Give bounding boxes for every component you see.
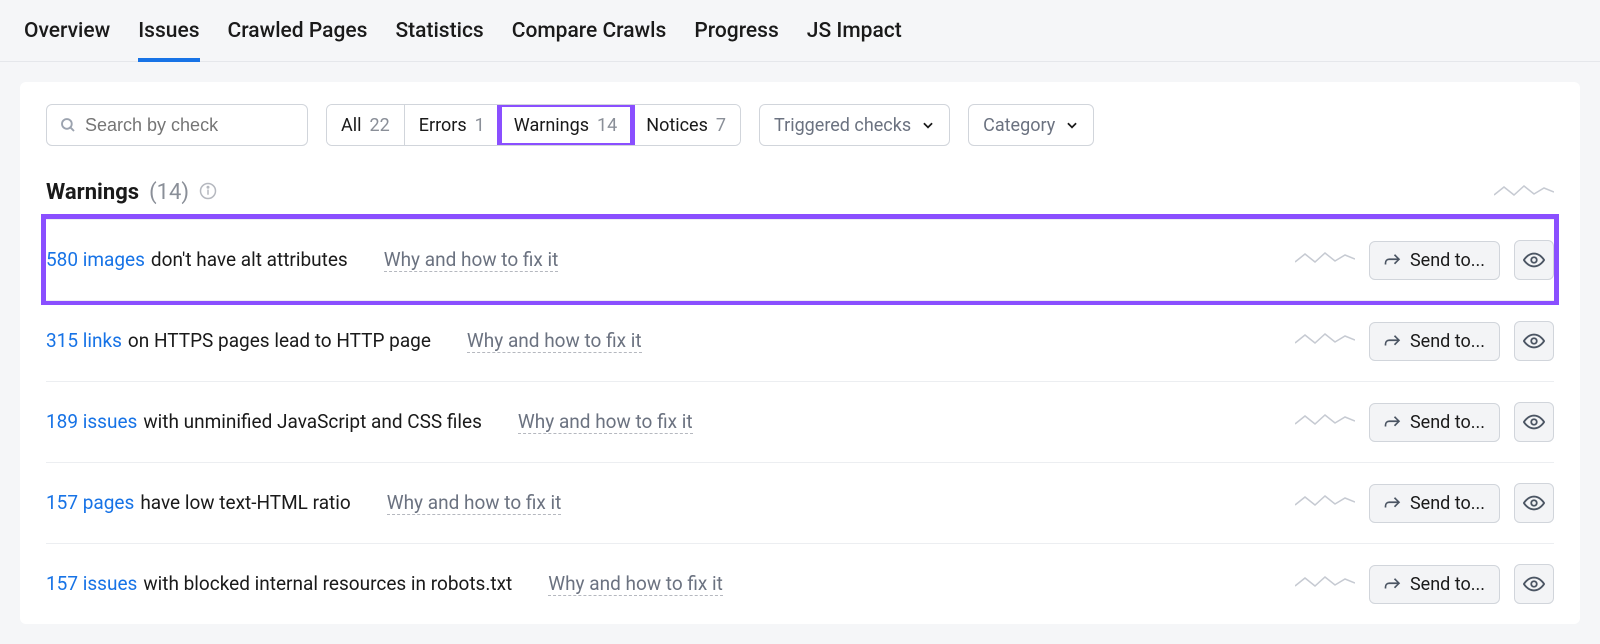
nav-statistics[interactable]: Statistics bbox=[395, 0, 483, 61]
main-nav: Overview Issues Crawled Pages Statistics… bbox=[0, 0, 1600, 62]
view-button[interactable] bbox=[1514, 483, 1554, 523]
send-to-button[interactable]: Send to... bbox=[1369, 565, 1500, 604]
issue-row: 157 issues with blocked internal resourc… bbox=[46, 543, 1554, 624]
filter-errors-count: 1 bbox=[475, 115, 485, 136]
why-and-how-link[interactable]: Why and how to fix it bbox=[518, 410, 693, 434]
why-and-how-link[interactable]: Why and how to fix it bbox=[467, 329, 642, 353]
issue-description: don't have alt attributes bbox=[151, 248, 348, 271]
chevron-down-icon bbox=[1065, 118, 1079, 132]
send-to-button[interactable]: Send to... bbox=[1369, 484, 1500, 523]
nav-issues[interactable]: Issues bbox=[138, 0, 199, 61]
nav-crawled-pages[interactable]: Crawled Pages bbox=[228, 0, 368, 61]
sparkline bbox=[1295, 329, 1355, 353]
filter-errors[interactable]: Errors 1 bbox=[405, 105, 500, 145]
why-and-how-link[interactable]: Why and how to fix it bbox=[387, 491, 562, 515]
search-input-wrapper[interactable] bbox=[46, 104, 308, 146]
issue-description: on HTTPS pages lead to HTTP page bbox=[128, 329, 431, 352]
view-button[interactable] bbox=[1514, 321, 1554, 361]
send-to-label: Send to... bbox=[1410, 331, 1485, 352]
info-icon[interactable] bbox=[199, 182, 217, 204]
category-dropdown[interactable]: Category bbox=[968, 104, 1094, 146]
issue-link[interactable]: 157 issues bbox=[46, 572, 137, 595]
filter-warnings-count: 14 bbox=[597, 115, 617, 136]
issue-link[interactable]: 315 links bbox=[46, 329, 122, 352]
issue-description: have low text-HTML ratio bbox=[140, 491, 350, 514]
filter-warnings[interactable]: Warnings 14 bbox=[500, 105, 632, 145]
issue-link[interactable]: 580 images bbox=[46, 248, 145, 271]
issue-description: with blocked internal resources in robot… bbox=[143, 572, 512, 595]
chevron-down-icon bbox=[921, 118, 935, 132]
section-title: Warnings bbox=[46, 180, 139, 205]
issue-row: 189 issues with unminified JavaScript an… bbox=[46, 381, 1554, 462]
nav-overview[interactable]: Overview bbox=[24, 0, 110, 61]
view-button[interactable] bbox=[1514, 564, 1554, 604]
sparkline bbox=[1494, 181, 1554, 205]
send-to-label: Send to... bbox=[1410, 574, 1485, 595]
nav-progress[interactable]: Progress bbox=[694, 0, 778, 61]
view-button[interactable] bbox=[1514, 240, 1554, 280]
send-to-button[interactable]: Send to... bbox=[1369, 403, 1500, 442]
issue-row: 580 images don't have alt attributes Why … bbox=[46, 219, 1554, 300]
search-icon bbox=[59, 116, 77, 134]
why-and-how-link[interactable]: Why and how to fix it bbox=[548, 572, 723, 596]
issue-description: with unminified JavaScript and CSS files bbox=[143, 410, 482, 433]
issue-link[interactable]: 189 issues bbox=[46, 410, 137, 433]
view-button[interactable] bbox=[1514, 402, 1554, 442]
nav-js-impact[interactable]: JS Impact bbox=[807, 0, 902, 61]
category-label: Category bbox=[983, 115, 1055, 136]
triggered-checks-dropdown[interactable]: Triggered checks bbox=[759, 104, 950, 146]
filter-all-count: 22 bbox=[370, 115, 390, 136]
triggered-checks-label: Triggered checks bbox=[774, 115, 911, 136]
issue-row: 315 links on HTTPS pages lead to HTTP pa… bbox=[46, 300, 1554, 381]
issues-panel: All 22 Errors 1 Warnings 14 Notices 7 Tr… bbox=[20, 82, 1580, 624]
issue-row: 157 pages have low text-HTML ratio Why an… bbox=[46, 462, 1554, 543]
send-to-label: Send to... bbox=[1410, 250, 1485, 271]
sparkline bbox=[1295, 491, 1355, 515]
send-to-button[interactable]: Send to... bbox=[1369, 241, 1500, 280]
nav-compare-crawls[interactable]: Compare Crawls bbox=[512, 0, 667, 61]
section-count: (14) bbox=[149, 180, 189, 205]
filter-notices-count: 7 bbox=[716, 115, 726, 136]
filter-notices[interactable]: Notices 7 bbox=[632, 105, 740, 145]
section-header: Warnings (14) bbox=[46, 180, 1554, 205]
why-and-how-link[interactable]: Why and how to fix it bbox=[384, 248, 559, 272]
send-to-label: Send to... bbox=[1410, 493, 1485, 514]
sparkline bbox=[1295, 572, 1355, 596]
issue-link[interactable]: 157 pages bbox=[46, 491, 134, 514]
toolbar: All 22 Errors 1 Warnings 14 Notices 7 Tr… bbox=[46, 104, 1554, 146]
send-to-label: Send to... bbox=[1410, 412, 1485, 433]
filter-errors-label: Errors bbox=[419, 115, 467, 136]
filter-notices-label: Notices bbox=[646, 115, 708, 136]
filter-all[interactable]: All 22 bbox=[327, 105, 405, 145]
filter-warnings-label: Warnings bbox=[514, 115, 589, 136]
filter-segmented: All 22 Errors 1 Warnings 14 Notices 7 bbox=[326, 104, 741, 146]
sparkline bbox=[1295, 248, 1355, 272]
issues-list: 580 images don't have alt attributes Why … bbox=[46, 219, 1554, 624]
filter-all-label: All bbox=[341, 115, 362, 136]
search-input[interactable] bbox=[85, 115, 295, 136]
sparkline bbox=[1295, 410, 1355, 434]
send-to-button[interactable]: Send to... bbox=[1369, 322, 1500, 361]
